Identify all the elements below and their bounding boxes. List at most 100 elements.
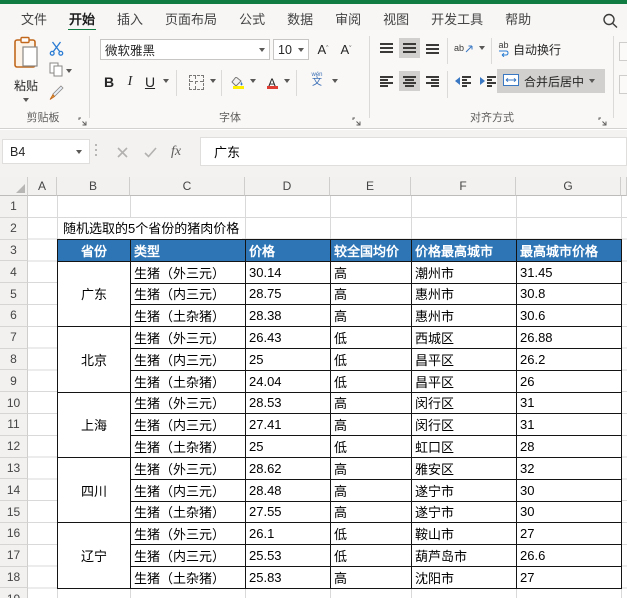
column-header-f[interactable]: F <box>411 177 516 196</box>
vs-avg-cell[interactable]: 高 <box>331 501 412 523</box>
top-price-cell[interactable]: 26 <box>517 370 622 392</box>
vs-avg-cell[interactable]: 高 <box>331 261 412 283</box>
type-cell[interactable]: 生猪（内三元） <box>131 283 246 305</box>
type-cell[interactable]: 生猪（土杂猪） <box>131 305 246 327</box>
select-all-button[interactable] <box>0 177 28 196</box>
top-price-cell[interactable]: 30.6 <box>517 305 622 327</box>
type-cell[interactable]: 生猪（土杂猪） <box>131 370 246 392</box>
row-header[interactable]: 6 <box>0 305 28 327</box>
decrease-font-size-button[interactable]: Aˇ <box>336 38 356 60</box>
price-cell[interactable]: 28.38 <box>246 305 331 327</box>
price-cell[interactable]: 25 <box>246 436 331 458</box>
price-cell[interactable]: 25.83 <box>246 566 331 588</box>
name-box[interactable]: B4 <box>2 139 90 164</box>
price-cell[interactable]: 25 <box>246 348 331 370</box>
vs-avg-cell[interactable]: 低 <box>331 523 412 545</box>
alignment-dialog-launcher-icon[interactable] <box>598 113 608 123</box>
row-header[interactable]: 13 <box>0 458 28 480</box>
row-header[interactable]: 16 <box>0 523 28 545</box>
type-cell[interactable]: 生猪（土杂猪） <box>131 436 246 458</box>
column-header-b[interactable]: B <box>57 177 130 196</box>
top-city-cell[interactable]: 惠州市 <box>412 305 517 327</box>
align-right-button[interactable] <box>422 71 443 91</box>
tab-insert[interactable]: 插入 <box>106 5 154 30</box>
wrap-text-button[interactable]: ab 自动换行 <box>498 39 561 59</box>
vs-avg-cell[interactable]: 高 <box>331 305 412 327</box>
chevron-down-icon[interactable] <box>210 79 216 83</box>
column-header-g[interactable]: G <box>516 177 621 196</box>
type-cell[interactable]: 生猪（外三元） <box>131 523 246 545</box>
row-header[interactable]: 7 <box>0 327 28 349</box>
row-header[interactable]: 1 <box>0 196 28 218</box>
row-header[interactable]: 18 <box>0 567 28 589</box>
province-cell[interactable]: 辽宁 <box>58 523 131 588</box>
row-header[interactable]: 2 <box>0 218 28 240</box>
chevron-down-icon[interactable] <box>250 79 256 83</box>
decrease-indent-button[interactable] <box>452 71 473 91</box>
type-cell[interactable]: 生猪（外三元） <box>131 261 246 283</box>
row-header[interactable]: 14 <box>0 479 28 501</box>
increase-indent-button[interactable] <box>477 71 498 91</box>
top-price-cell[interactable]: 26.2 <box>517 348 622 370</box>
top-price-cell[interactable]: 30 <box>517 501 622 523</box>
top-city-cell[interactable]: 昌平区 <box>412 370 517 392</box>
paste-button[interactable]: 粘贴 <box>8 36 44 110</box>
cancel-button[interactable] <box>110 140 134 164</box>
chevron-down-icon[interactable] <box>284 79 290 83</box>
copy-button[interactable] <box>46 62 66 82</box>
align-top-button[interactable] <box>376 38 397 58</box>
price-cell[interactable]: 26.43 <box>246 327 331 349</box>
chevron-down-icon[interactable] <box>479 46 485 50</box>
price-cell[interactable]: 27.41 <box>246 414 331 436</box>
orientation-button[interactable]: ab <box>452 38 476 58</box>
top-city-cell[interactable]: 惠州市 <box>412 283 517 305</box>
chevron-down-icon[interactable] <box>66 69 72 73</box>
bold-button[interactable]: B <box>100 71 118 93</box>
vs-avg-cell[interactable]: 高 <box>331 457 412 479</box>
tab-formulas[interactable]: 公式 <box>228 5 276 30</box>
price-cell[interactable]: 25.53 <box>246 545 331 567</box>
font-name-select[interactable]: 微软雅黑 <box>100 39 270 60</box>
header-type[interactable]: 类型 <box>131 240 246 262</box>
increase-font-size-button[interactable]: Aˆ <box>313 38 333 60</box>
tab-file[interactable]: 文件 <box>10 5 58 30</box>
top-price-cell[interactable]: 32 <box>517 457 622 479</box>
row-header[interactable]: 12 <box>0 436 28 458</box>
header-top-price[interactable]: 最高城市价格 <box>517 240 622 262</box>
top-city-cell[interactable]: 鞍山市 <box>412 523 517 545</box>
font-color-button[interactable]: A <box>262 71 282 93</box>
vs-avg-cell[interactable]: 低 <box>331 327 412 349</box>
header-top-city[interactable]: 价格最高城市 <box>412 240 517 262</box>
row-header[interactable]: 5 <box>0 283 28 305</box>
province-cell[interactable]: 广东 <box>58 261 131 326</box>
align-middle-button[interactable] <box>399 38 420 58</box>
row-header[interactable]: 15 <box>0 501 28 523</box>
row-header[interactable]: 11 <box>0 414 28 436</box>
top-city-cell[interactable]: 闵行区 <box>412 392 517 414</box>
align-left-button[interactable] <box>376 71 397 91</box>
clipboard-dialog-launcher-icon[interactable] <box>78 113 88 123</box>
type-cell[interactable]: 生猪（内三元） <box>131 545 246 567</box>
top-city-cell[interactable]: 虹口区 <box>412 436 517 458</box>
price-cell[interactable]: 28.62 <box>246 457 331 479</box>
top-city-cell[interactable]: 沈阳市 <box>412 566 517 588</box>
type-cell[interactable]: 生猪（内三元） <box>131 348 246 370</box>
merge-center-button[interactable]: 合并后居中 <box>497 69 605 93</box>
header-price[interactable]: 价格 <box>246 240 331 262</box>
vs-avg-cell[interactable]: 低 <box>331 370 412 392</box>
tab-review[interactable]: 审阅 <box>324 5 372 30</box>
align-center-button[interactable] <box>399 71 420 91</box>
column-header-a[interactable]: A <box>28 177 57 196</box>
top-price-cell[interactable]: 30 <box>517 479 622 501</box>
top-price-cell[interactable]: 28 <box>517 436 622 458</box>
format-painter-button[interactable] <box>46 85 66 105</box>
row-header[interactable]: 19 <box>0 588 28 598</box>
type-cell[interactable]: 生猪（外三元） <box>131 457 246 479</box>
top-price-cell[interactable]: 30.8 <box>517 283 622 305</box>
formula-input[interactable]: 广东 <box>200 137 627 166</box>
header-province[interactable]: 省份 <box>58 240 131 262</box>
top-city-cell[interactable]: 西城区 <box>412 327 517 349</box>
price-cell[interactable]: 24.04 <box>246 370 331 392</box>
align-bottom-button[interactable] <box>422 38 443 58</box>
price-cell[interactable]: 28.53 <box>246 392 331 414</box>
